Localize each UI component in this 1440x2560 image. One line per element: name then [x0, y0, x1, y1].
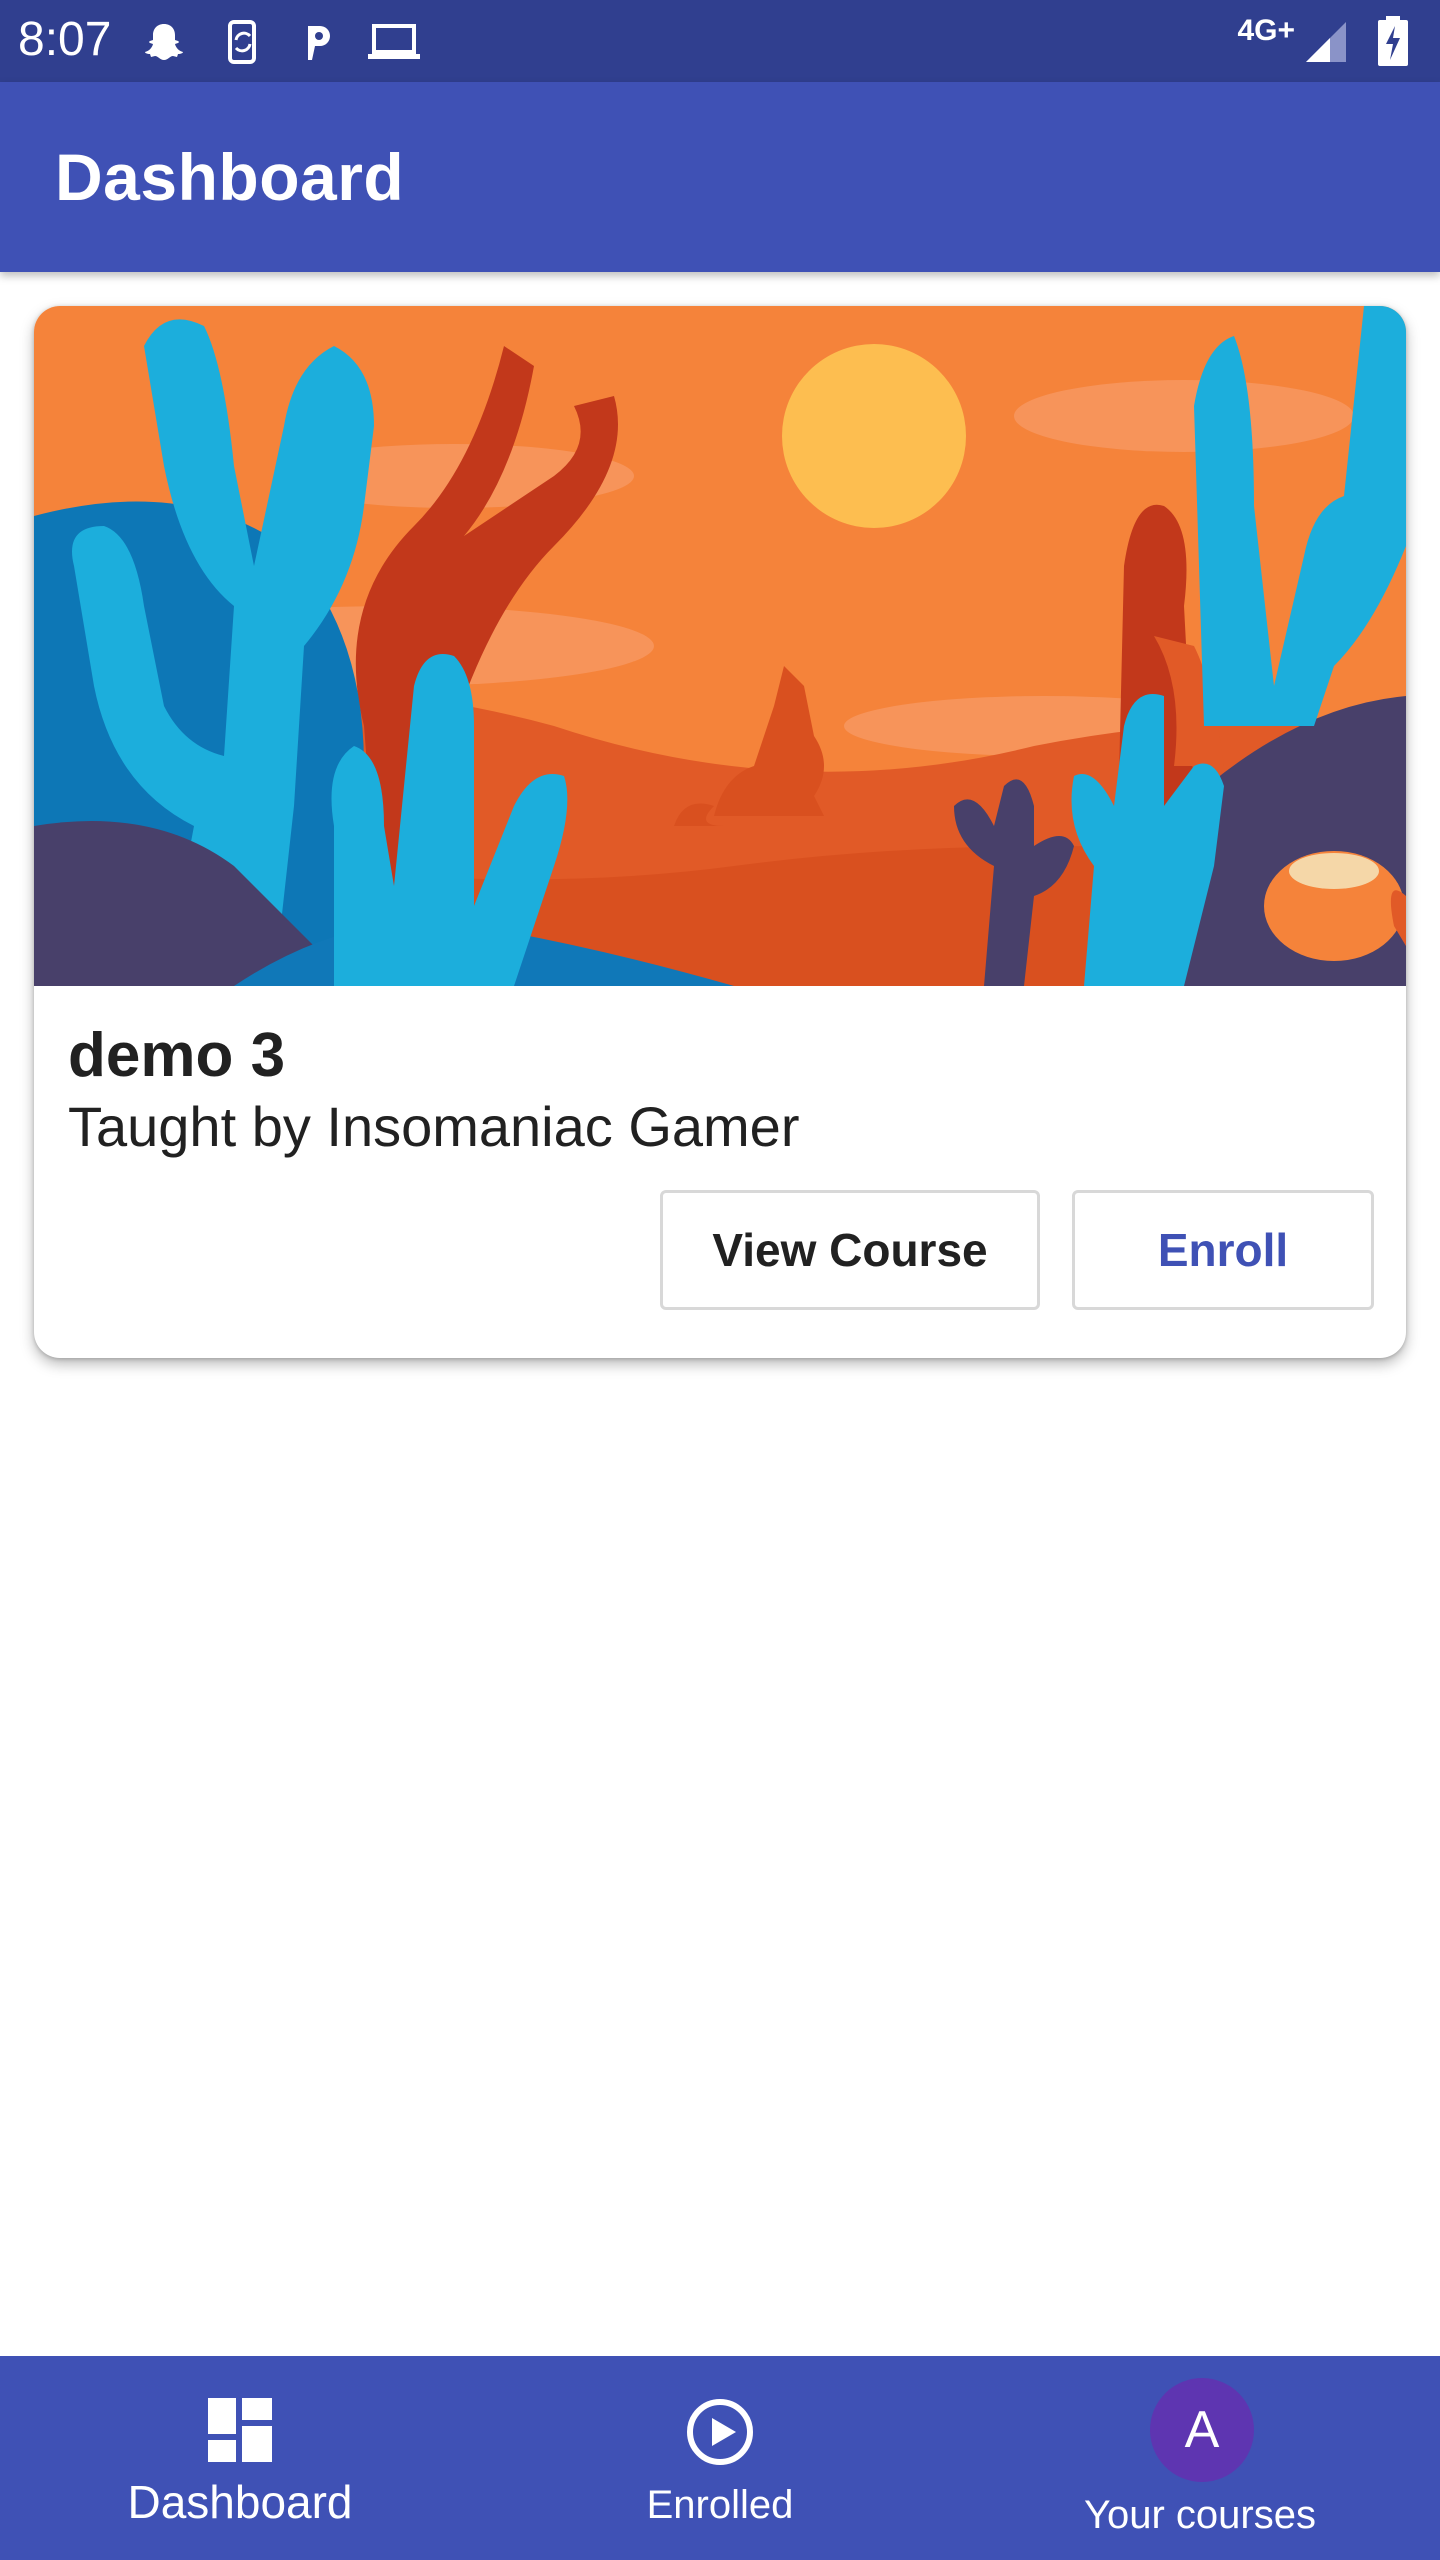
- nav-item-enrolled[interactable]: Enrolled: [570, 2356, 870, 2560]
- parking-icon: [308, 26, 330, 60]
- nav-item-your-courses[interactable]: A Your courses: [1050, 2356, 1350, 2560]
- play-circle-icon: [687, 2399, 753, 2465]
- bottom-navigation: Dashboard Enrolled A Your courses: [0, 2356, 1440, 2560]
- nav-label-dashboard: Dashboard: [127, 2476, 353, 2528]
- battery-charging-icon: [1378, 16, 1408, 66]
- course-image: [34, 306, 1406, 986]
- dashboard-icon: [208, 2398, 272, 2462]
- nav-label-enrolled: Enrolled: [646, 2483, 794, 2527]
- course-instructor: Taught by Insomaniac Gamer: [68, 1095, 800, 1158]
- status-time: 8:07: [18, 13, 112, 66]
- nav-item-dashboard[interactable]: Dashboard: [90, 2356, 390, 2560]
- enroll-button[interactable]: Enroll: [1072, 1190, 1374, 1310]
- app-bar: Dashboard: [0, 82, 1440, 272]
- status-bar: 8:07 4G+: [0, 0, 1440, 82]
- course-card[interactable]: demo 3 Taught by Insomaniac Gamer View C…: [34, 306, 1406, 1358]
- network-type: 4G+: [1237, 14, 1295, 47]
- snapchat-icon: [145, 24, 183, 60]
- page-title: Dashboard: [55, 140, 405, 214]
- course-title: demo 3: [68, 1021, 286, 1090]
- nav-label-your-courses: Your courses: [1084, 2493, 1316, 2537]
- laptop-icon: [368, 24, 420, 59]
- phone-sync-icon: [228, 20, 256, 64]
- avatar: A: [1150, 2378, 1254, 2482]
- signal-icon: [1306, 22, 1346, 62]
- view-course-button[interactable]: View Course: [660, 1190, 1040, 1310]
